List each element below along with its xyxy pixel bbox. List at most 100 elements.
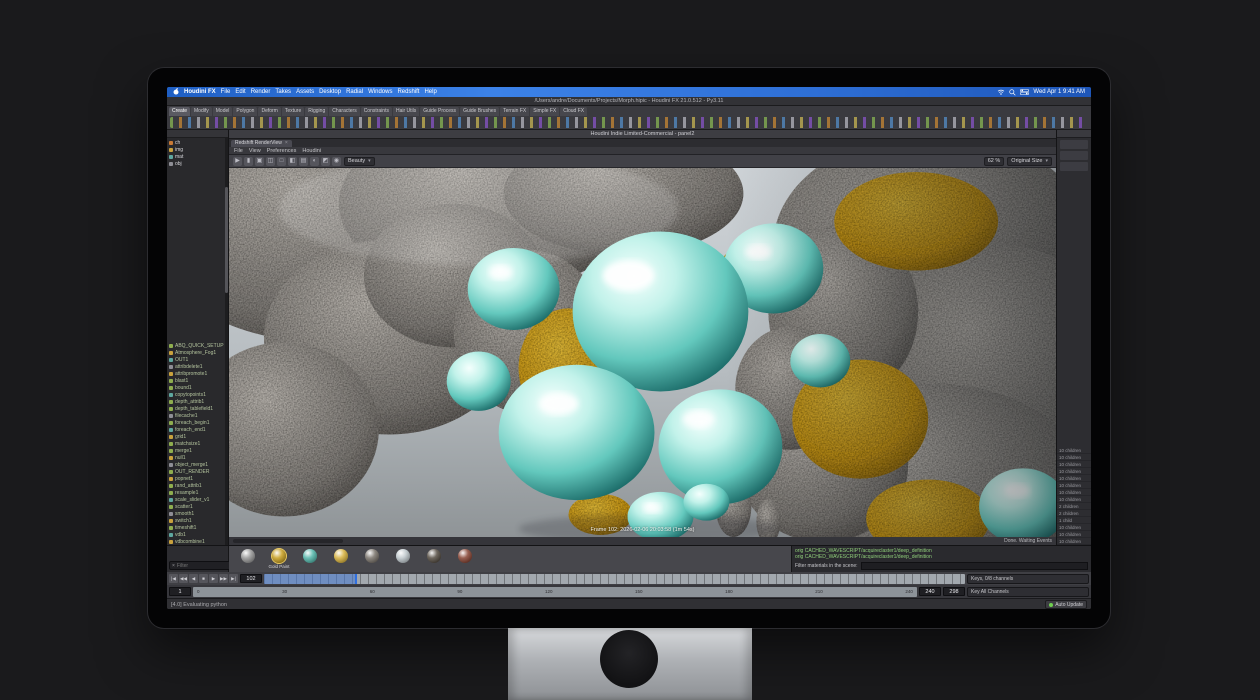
range-end-field[interactable]: 240 — [919, 587, 941, 596]
material-item[interactable] — [329, 549, 353, 569]
tree-item[interactable]: attribdelete1 — [169, 364, 225, 371]
menu-item[interactable]: Takes — [275, 89, 291, 95]
material-sphere[interactable] — [272, 549, 286, 563]
material-sphere[interactable] — [427, 549, 441, 563]
toolbar-icon[interactable]: ◉ — [332, 157, 341, 166]
tree-item[interactable]: blast1 — [169, 378, 225, 385]
tree-item[interactable]: matchsize1 — [169, 441, 225, 448]
tree-item[interactable]: vdbcombine1 — [169, 539, 225, 546]
shelf-tab[interactable]: Hair Utils — [393, 107, 419, 116]
renderview-menu-item[interactable]: Houdini — [302, 148, 321, 154]
material-item[interactable] — [422, 549, 446, 569]
playhead[interactable] — [355, 574, 357, 584]
range-start-field[interactable]: 1 — [169, 587, 191, 596]
menu-item[interactable]: Edit — [235, 89, 245, 95]
toolbar-icon[interactable]: ◐ — [310, 157, 319, 166]
parameter-field[interactable] — [1060, 162, 1088, 171]
close-icon[interactable]: × — [285, 140, 288, 147]
tree-item[interactable]: depth_attrib1 — [169, 399, 225, 406]
menu-item[interactable]: Redshift — [397, 89, 419, 95]
menubar-clock[interactable]: Wed Apr 1 9:41 AM — [1033, 89, 1085, 95]
tree-item[interactable]: bound1 — [169, 385, 225, 392]
material-item[interactable] — [360, 549, 384, 569]
shelf-tab[interactable]: Simple FX — [530, 107, 559, 116]
tree-item[interactable]: rand_attrib1 — [169, 483, 225, 490]
toolbar-icon[interactable]: ▮ — [244, 157, 253, 166]
outline-row[interactable]: 10 children — [1057, 496, 1091, 503]
parameter-field[interactable] — [1060, 140, 1088, 149]
material-sphere[interactable] — [334, 549, 348, 563]
tree-scrollbar[interactable] — [225, 138, 228, 545]
material-item[interactable]: Gold Paint — [267, 549, 291, 569]
tree-item[interactable]: resample1 — [169, 490, 225, 497]
tree-root-item[interactable]: img — [169, 146, 225, 153]
tree-item[interactable]: foreach_end1 — [169, 427, 225, 434]
tree-item[interactable]: scale_slider_v1 — [169, 497, 225, 504]
tree-root-item[interactable]: mat — [169, 153, 225, 160]
tree-item[interactable]: switch1 — [169, 518, 225, 525]
tree-item[interactable]: copytopoints1 — [169, 392, 225, 399]
outline-row[interactable]: 2 children — [1057, 510, 1091, 517]
transport-button[interactable]: ▶| — [229, 574, 238, 583]
material-item[interactable] — [298, 549, 322, 569]
tree-item[interactable]: OUT1 — [169, 357, 225, 364]
renderview-menu-item[interactable]: View — [249, 148, 261, 154]
shelf-tab[interactable]: Deform — [258, 107, 280, 116]
parameter-panel-header[interactable] — [1057, 130, 1091, 138]
tree-item[interactable]: grid1 — [169, 434, 225, 441]
menu-item[interactable]: Desktop — [319, 89, 341, 95]
materials-filter-input[interactable] — [861, 562, 1088, 570]
zoom-level[interactable]: 62 % — [984, 157, 1005, 166]
tree-item[interactable]: ABQ_QUICK_SETUP — [169, 343, 225, 350]
houdini-window-titlebar[interactable]: /Users/andre/Documents/Projects/Morph.hi… — [167, 97, 1091, 106]
shelf-tab[interactable]: Model — [213, 107, 233, 116]
size-mode-select[interactable]: Original Size ▾ — [1007, 157, 1052, 166]
tree-item[interactable]: foreach_begin1 — [169, 420, 225, 427]
shelf-tab[interactable]: Polygon — [233, 107, 257, 116]
menu-item[interactable]: File — [221, 89, 231, 95]
tree-root-item[interactable]: ch — [169, 139, 225, 146]
render-viewport[interactable]: Frame 102: 2026-02-06 20:03:58 (1m 54s) — [229, 168, 1056, 537]
material-item[interactable] — [236, 549, 260, 569]
tree-item[interactable]: popnet1 — [169, 476, 225, 483]
transport-button[interactable]: ■ — [199, 574, 208, 583]
material-sphere[interactable] — [365, 549, 379, 563]
shelf-tab[interactable]: Modify — [191, 107, 212, 116]
transport-button[interactable]: ◀◀ — [179, 574, 188, 583]
aov-select[interactable]: Beauty ▾ — [344, 157, 375, 166]
material-sphere[interactable] — [396, 549, 410, 563]
material-item[interactable] — [391, 549, 415, 569]
material-sphere[interactable] — [458, 549, 472, 563]
tree-item[interactable]: merge1 — [169, 448, 225, 455]
transport-button[interactable]: ▶ — [209, 574, 218, 583]
clear-filter-icon[interactable]: × — [172, 563, 175, 569]
wifi-icon[interactable] — [997, 89, 1005, 95]
material-sphere[interactable] — [241, 549, 255, 563]
renderview-menu-item[interactable]: Preferences — [267, 148, 297, 154]
outline-row[interactable]: 10 children — [1057, 461, 1091, 468]
apple-menu-icon[interactable] — [173, 88, 179, 97]
search-icon[interactable] — [1009, 89, 1016, 96]
shelf-tab[interactable]: Characters — [329, 107, 359, 116]
outline-row[interactable]: 10 children — [1057, 538, 1091, 545]
outline-row[interactable]: 10 children — [1057, 468, 1091, 475]
app-menu-title[interactable]: Houdini FX — [184, 89, 216, 95]
transport-button[interactable]: ◀ — [189, 574, 198, 583]
transport-button[interactable]: ▶▶ — [219, 574, 228, 583]
tree-item[interactable]: Atmosphere_Fog1 — [169, 350, 225, 357]
shelf-tab[interactable]: Cloud FX — [560, 107, 587, 116]
shelf-tab[interactable]: Guide Brushes — [460, 107, 499, 116]
menu-item[interactable]: Windows — [368, 89, 392, 95]
tree-panel-header[interactable] — [167, 130, 228, 138]
tree-item[interactable]: attribpromote1 — [169, 371, 225, 378]
outline-row[interactable]: 10 children — [1057, 489, 1091, 496]
outline-row[interactable]: 2 children — [1057, 503, 1091, 510]
tree-root-item[interactable]: obj — [169, 160, 225, 167]
tree-item[interactable]: object_merge1 — [169, 462, 225, 469]
outline-row[interactable]: 10 children — [1057, 447, 1091, 454]
outline-row[interactable]: 10 children — [1057, 475, 1091, 482]
toolbar-icon[interactable]: ◧ — [288, 157, 297, 166]
auto-update-toggle[interactable]: Auto Update — [1045, 600, 1087, 609]
toolbar-icon[interactable]: ▶ — [233, 157, 242, 166]
menu-item[interactable]: Help — [424, 89, 436, 95]
